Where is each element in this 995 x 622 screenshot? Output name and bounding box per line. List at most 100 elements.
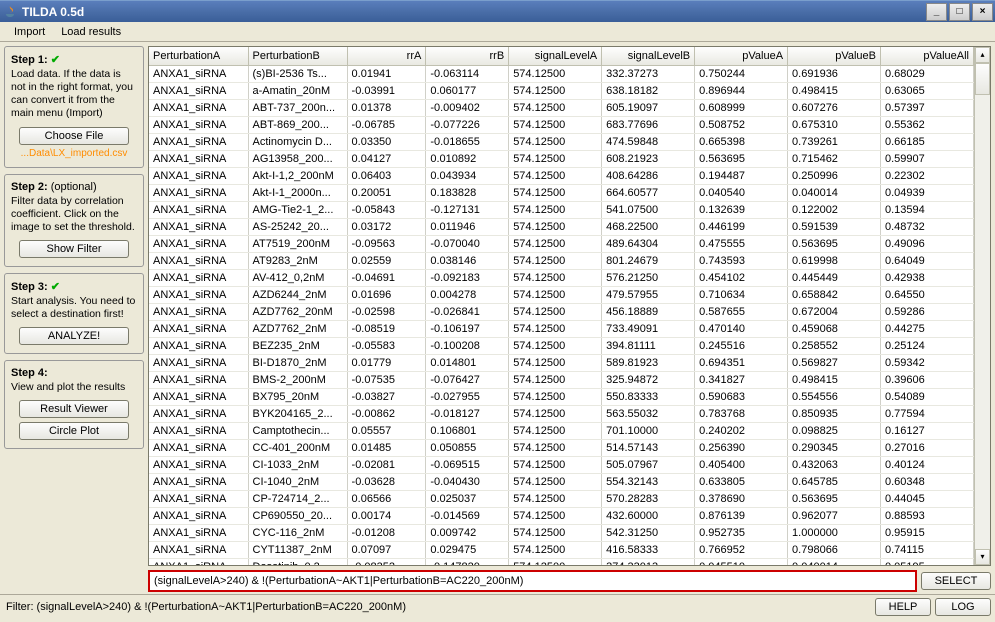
table-cell[interactable]: -0.07535 xyxy=(347,371,426,388)
table-cell[interactable]: 505.07967 xyxy=(602,456,695,473)
table-cell[interactable]: 0.256390 xyxy=(695,439,788,456)
table-cell[interactable]: 325.94872 xyxy=(602,371,695,388)
table-row[interactable]: ANXA1_siRNABX795_20nM-0.03827-0.02795557… xyxy=(149,388,974,405)
result-viewer-button[interactable]: Result Viewer xyxy=(19,400,129,418)
table-cell[interactable]: -0.014569 xyxy=(426,507,509,524)
table-cell[interactable]: ANXA1_siRNA xyxy=(149,473,248,490)
table-cell[interactable]: 0.459068 xyxy=(788,320,881,337)
table-cell[interactable]: 574.12500 xyxy=(509,490,602,507)
table-cell[interactable]: 0.010892 xyxy=(426,150,509,167)
table-cell[interactable]: CP690550_20... xyxy=(248,507,347,524)
table-row[interactable]: ANXA1_siRNABI-D1870_2nM0.017790.01480157… xyxy=(149,354,974,371)
column-header[interactable]: rrA xyxy=(347,47,426,65)
table-cell[interactable]: 0.68029 xyxy=(881,65,974,82)
table-row[interactable]: ANXA1_siRNACI-1040_2nM-0.03628-0.0404305… xyxy=(149,473,974,490)
table-cell[interactable]: 0.608999 xyxy=(695,99,788,116)
table-cell[interactable]: 408.64286 xyxy=(602,167,695,184)
table-cell[interactable]: CP-724714_2... xyxy=(248,490,347,507)
table-cell[interactable]: 0.743593 xyxy=(695,252,788,269)
table-cell[interactable]: 574.12500 xyxy=(509,150,602,167)
table-cell[interactable]: 0.64049 xyxy=(881,252,974,269)
table-cell[interactable]: 0.715462 xyxy=(788,150,881,167)
table-cell[interactable]: 0.64550 xyxy=(881,286,974,303)
table-cell[interactable]: 0.59907 xyxy=(881,150,974,167)
table-cell[interactable]: AT9283_2nM xyxy=(248,252,347,269)
table-cell[interactable]: 574.12500 xyxy=(509,116,602,133)
table-cell[interactable]: 0.060177 xyxy=(426,82,509,99)
table-cell[interactable]: 574.12500 xyxy=(509,252,602,269)
table-cell[interactable]: ANXA1_siRNA xyxy=(149,269,248,286)
table-cell[interactable]: 574.12500 xyxy=(509,337,602,354)
column-header[interactable]: pValueB xyxy=(788,47,881,65)
table-cell[interactable]: 574.12500 xyxy=(509,167,602,184)
table-cell[interactable]: BYK204165_2... xyxy=(248,405,347,422)
table-cell[interactable]: 0.475555 xyxy=(695,235,788,252)
log-button[interactable]: LOG xyxy=(935,598,991,616)
table-cell[interactable]: -0.08352 xyxy=(347,558,426,565)
table-cell[interactable]: ANXA1_siRNA xyxy=(149,303,248,320)
filter-input[interactable] xyxy=(152,574,913,588)
table-cell[interactable]: ABT-869_200... xyxy=(248,116,347,133)
table-cell[interactable]: 0.290345 xyxy=(788,439,881,456)
table-cell[interactable]: 0.645785 xyxy=(788,473,881,490)
table-row[interactable]: ANXA1_siRNAABT-869_200...-0.06785-0.0772… xyxy=(149,116,974,133)
table-cell[interactable]: 0.710634 xyxy=(695,286,788,303)
table-cell[interactable]: 0.27016 xyxy=(881,439,974,456)
table-cell[interactable]: 0.42938 xyxy=(881,269,974,286)
table-cell[interactable]: 0.194487 xyxy=(695,167,788,184)
table-cell[interactable]: 0.378690 xyxy=(695,490,788,507)
table-cell[interactable]: CI-1040_2nM xyxy=(248,473,347,490)
table-cell[interactable]: 801.24679 xyxy=(602,252,695,269)
table-cell[interactable]: 574.12500 xyxy=(509,371,602,388)
table-cell[interactable]: 0.591539 xyxy=(788,218,881,235)
table-cell[interactable]: 0.02559 xyxy=(347,252,426,269)
table-cell[interactable]: 0.48732 xyxy=(881,218,974,235)
scroll-track[interactable] xyxy=(975,63,990,549)
table-cell[interactable]: 489.64304 xyxy=(602,235,695,252)
table-cell[interactable]: ANXA1_siRNA xyxy=(149,524,248,541)
table-cell[interactable]: 0.122002 xyxy=(788,201,881,218)
table-cell[interactable]: ANXA1_siRNA xyxy=(149,405,248,422)
close-button[interactable]: × xyxy=(972,3,993,21)
table-cell[interactable]: 554.32143 xyxy=(602,473,695,490)
table-cell[interactable]: 574.12500 xyxy=(509,99,602,116)
table-cell[interactable]: -0.026841 xyxy=(426,303,509,320)
table-cell[interactable]: 0.183828 xyxy=(426,184,509,201)
table-cell[interactable]: AZD7762_2nM xyxy=(248,320,347,337)
table-cell[interactable]: BX795_20nM xyxy=(248,388,347,405)
table-cell[interactable]: 468.22500 xyxy=(602,218,695,235)
table-cell[interactable]: 0.245516 xyxy=(695,337,788,354)
table-cell[interactable]: 0.44275 xyxy=(881,320,974,337)
table-cell[interactable]: 0.607276 xyxy=(788,99,881,116)
table-row[interactable]: ANXA1_siRNABMS-2_200nM-0.07535-0.0764275… xyxy=(149,371,974,388)
table-cell[interactable]: 0.03350 xyxy=(347,133,426,150)
table-row[interactable]: ANXA1_siRNAAkt-I-1,2_200nM0.064030.04393… xyxy=(149,167,974,184)
menu-load-results[interactable]: Load results xyxy=(53,24,129,40)
table-cell[interactable]: -0.00862 xyxy=(347,405,426,422)
table-cell[interactable]: ANXA1_siRNA xyxy=(149,218,248,235)
table-cell[interactable]: AG13958_200... xyxy=(248,150,347,167)
table-cell[interactable]: 332.37273 xyxy=(602,65,695,82)
table-cell[interactable]: 0.39606 xyxy=(881,371,974,388)
table-cell[interactable]: -0.06785 xyxy=(347,116,426,133)
table-cell[interactable]: 605.19097 xyxy=(602,99,695,116)
table-cell[interactable]: -0.070040 xyxy=(426,235,509,252)
table-cell[interactable]: 638.18182 xyxy=(602,82,695,99)
table-cell[interactable]: -0.018655 xyxy=(426,133,509,150)
table-cell[interactable]: 0.454102 xyxy=(695,269,788,286)
table-cell[interactable]: 416.58333 xyxy=(602,541,695,558)
table-cell[interactable]: 574.12500 xyxy=(509,82,602,99)
table-cell[interactable]: 0.63065 xyxy=(881,82,974,99)
table-cell[interactable]: 0.563695 xyxy=(788,235,881,252)
table-cell[interactable]: 0.962077 xyxy=(788,507,881,524)
table-cell[interactable]: -0.04691 xyxy=(347,269,426,286)
table-cell[interactable]: 574.12500 xyxy=(509,456,602,473)
table-cell[interactable]: 0.07097 xyxy=(347,541,426,558)
table-row[interactable]: ANXA1_siRNAAkt-I-1_2000n...0.200510.1838… xyxy=(149,184,974,201)
table-row[interactable]: ANXA1_siRNAAZD7762_20nM-0.02598-0.026841… xyxy=(149,303,974,320)
table-row[interactable]: ANXA1_siRNAActinomycin D...0.03350-0.018… xyxy=(149,133,974,150)
table-cell[interactable]: Actinomycin D... xyxy=(248,133,347,150)
table-cell[interactable]: 574.12500 xyxy=(509,201,602,218)
table-cell[interactable]: 0.040540 xyxy=(695,184,788,201)
scroll-up-button[interactable]: ▴ xyxy=(975,47,990,63)
